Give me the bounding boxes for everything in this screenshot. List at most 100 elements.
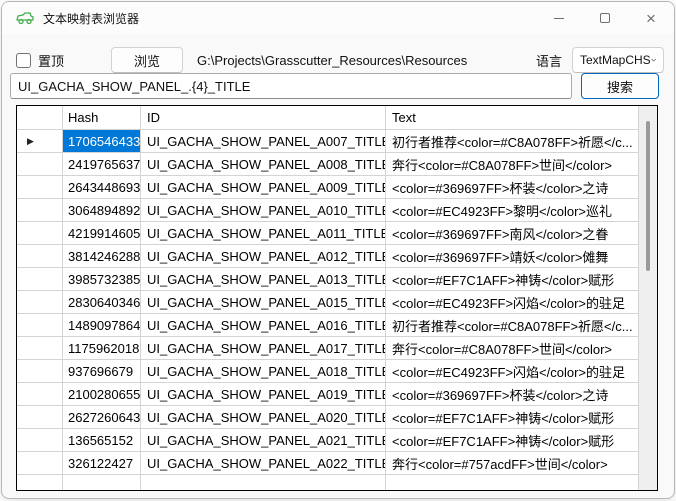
id-cell[interactable]: UI_GACHA_SHOW_PANEL_A015_TITLE [141,291,386,314]
hash-cell[interactable] [63,475,141,491]
grid-body: ▶ 1706546433 UI_GACHA_SHOW_PANEL_A007_TI… [17,130,657,491]
text-cell[interactable]: <color=#EC4923FF>闪焰</color>的驻足 [386,360,639,383]
id-cell[interactable]: UI_GACHA_SHOW_PANEL_A016_TITLE [141,314,386,337]
hash-cell[interactable]: 136565152 [63,429,141,452]
column-header-text[interactable]: Text [386,106,639,130]
app-window: 文本映射表浏览器 × 置顶 浏览 G:\Projects\Grasscutter… [1,1,675,499]
hash-cell[interactable]: 2643448693 [63,176,141,199]
id-cell[interactable]: UI_GACHA_SHOW_PANEL_A009_TITLE [141,176,386,199]
hash-cell[interactable]: 326122427 [63,452,141,475]
text-cell[interactable]: <color=#EC4923FF>黎明</color>巡礼 [386,199,639,222]
text-cell[interactable]: <color=#EF7C1AFF>神铸</color>赋形 [386,429,639,452]
pin-on-top-label: 置顶 [38,51,64,70]
text-cell[interactable]: 奔行<color=#C8A078FF>世间</color> [386,153,639,176]
row-header-cell[interactable]: ▶ [17,314,63,337]
id-cell[interactable]: UI_GACHA_SHOW_PANEL_A019_TITLE [141,383,386,406]
row-header-cell[interactable]: ▶ [17,268,63,291]
browse-button[interactable]: 浏览 [111,47,183,73]
hash-cell[interactable]: 2627260643 [63,406,141,429]
pin-on-top-checkbox[interactable] [16,53,31,68]
search-button[interactable]: 搜索 [581,73,659,99]
minimize-button[interactable] [536,2,582,34]
table-row: ▶ 2643448693 UI_GACHA_SHOW_PANEL_A009_TI… [17,176,657,199]
row-header-cell[interactable]: ▶ [17,291,63,314]
hash-cell[interactable]: 3985732385 [63,268,141,291]
row-header-cell[interactable]: ▶ [17,429,63,452]
row-header-cell[interactable]: ▶ [17,475,63,491]
row-header-cell[interactable]: ▶ [17,153,63,176]
row-header-cell[interactable]: ▶ [17,222,63,245]
hash-cell[interactable]: 3064894892 [63,199,141,222]
text-cell[interactable]: <color=#EC4923FF>闪焰</color>的驻足 [386,291,639,314]
hash-cell[interactable]: 2100280655 [63,383,141,406]
hash-cell[interactable]: 2419765637 [63,153,141,176]
text-cell[interactable]: 初行者推荐<color=#C8A078FF>祈愿</c... [386,130,639,153]
table-row: ▶ 937696679 UI_GACHA_SHOW_PANEL_A018_TIT… [17,360,657,383]
language-label: 语言 [536,51,562,70]
id-cell[interactable]: UI_GACHA_SHOW_PANEL_A020_TITLE [141,406,386,429]
text-cell[interactable]: 奔行<color=#757acdFF>世间</color> [386,452,639,475]
hash-cell[interactable]: 937696679 [63,360,141,383]
row-header-cell[interactable]: ▶ [17,176,63,199]
id-cell[interactable]: UI_GACHA_SHOW_PANEL_A013_TITLE [141,268,386,291]
text-cell[interactable]: <color=#369697FF>杯装</color>之诗 [386,383,639,406]
column-header-id[interactable]: ID [141,106,386,130]
column-header-hash[interactable]: Hash [63,106,141,130]
text-cell[interactable]: <color=#369697FF>杯装</color>之诗 [386,176,639,199]
table-row: ▶ 1706546433 UI_GACHA_SHOW_PANEL_A007_TI… [17,130,657,153]
hash-cell[interactable]: 2830640346 [63,291,141,314]
id-cell[interactable]: UI_GACHA_SHOW_PANEL_A017_TITLE [141,337,386,360]
id-cell[interactable]: UI_GACHA_SHOW_PANEL_A021_TITLE [141,429,386,452]
text-cell[interactable]: <color=#EF7C1AFF>神铸</color>赋形 [386,406,639,429]
hash-cell[interactable]: 4219914605 [63,222,141,245]
row-header-cell[interactable]: ▶ [17,130,63,153]
window-title: 文本映射表浏览器 [43,10,139,27]
row-header-cell[interactable]: ▶ [17,452,63,475]
hash-cell[interactable]: 3814246288 [63,245,141,268]
id-cell[interactable]: UI_GACHA_SHOW_PANEL_A011_TITLE [141,222,386,245]
app-icon [15,10,35,26]
id-cell[interactable]: UI_GACHA_SHOW_PANEL_A008_TITLE [141,153,386,176]
text-cell[interactable]: <color=#EF7C1AFF>神铸</color>赋形 [386,268,639,291]
hash-cell[interactable]: 1489097864 [63,314,141,337]
row-header-cell[interactable]: ▶ [17,383,63,406]
grid-header-row: Hash ID Text [17,106,657,130]
id-cell[interactable]: UI_GACHA_SHOW_PANEL_A010_TITLE [141,199,386,222]
id-cell[interactable] [141,475,386,491]
table-row: ▶ [17,475,657,491]
id-cell[interactable]: UI_GACHA_SHOW_PANEL_A007_TITLE [141,130,386,153]
language-select[interactable]: TextMapCHS [572,47,664,73]
text-cell[interactable]: <color=#369697FF>南风</color>之眷 [386,222,639,245]
id-cell[interactable]: UI_GACHA_SHOW_PANEL_A018_TITLE [141,360,386,383]
row-header-cell[interactable]: ▶ [17,245,63,268]
hash-cell[interactable]: 1706546433 [63,130,141,153]
row-header-cell[interactable]: ▶ [17,406,63,429]
search-row: 搜索 [10,73,659,99]
text-cell[interactable]: 初行者推荐<color=#C8A078FF>祈愿</c... [386,314,639,337]
chevron-down-icon [651,57,656,63]
text-cell[interactable] [386,475,639,491]
maximize-button[interactable] [582,2,628,34]
text-cell[interactable]: 奔行<color=#C8A078FF>世间</color> [386,337,639,360]
search-input[interactable] [10,73,572,99]
title-bar[interactable]: 文本映射表浏览器 × [2,2,674,34]
row-header-cell[interactable]: ▶ [17,337,63,360]
table-row: ▶ 2627260643 UI_GACHA_SHOW_PANEL_A020_TI… [17,406,657,429]
row-header-column[interactable] [17,106,63,130]
id-cell[interactable]: UI_GACHA_SHOW_PANEL_A012_TITLE [141,245,386,268]
close-button[interactable]: × [628,2,674,34]
table-row: ▶ 136565152 UI_GACHA_SHOW_PANEL_A021_TIT… [17,429,657,452]
resources-path-label: G:\Projects\Grasscutter_Resources\Resour… [197,53,467,68]
scrollbar-thumb[interactable] [646,121,650,271]
table-row: ▶ 326122427 UI_GACHA_SHOW_PANEL_A022_TIT… [17,452,657,475]
table-row: ▶ 2830640346 UI_GACHA_SHOW_PANEL_A015_TI… [17,291,657,314]
row-header-cell[interactable]: ▶ [17,360,63,383]
vertical-scrollbar[interactable] [639,106,657,490]
hash-cell[interactable]: 1175962018 [63,337,141,360]
text-cell[interactable]: <color=#369697FF>靖妖</color>傩舞 [386,245,639,268]
id-cell[interactable]: UI_GACHA_SHOW_PANEL_A022_TITLE [141,452,386,475]
row-header-cell[interactable]: ▶ [17,199,63,222]
table-row: ▶ 4219914605 UI_GACHA_SHOW_PANEL_A011_TI… [17,222,657,245]
current-row-arrow-icon: ▶ [27,136,34,147]
table-row: ▶ 3064894892 UI_GACHA_SHOW_PANEL_A010_TI… [17,199,657,222]
